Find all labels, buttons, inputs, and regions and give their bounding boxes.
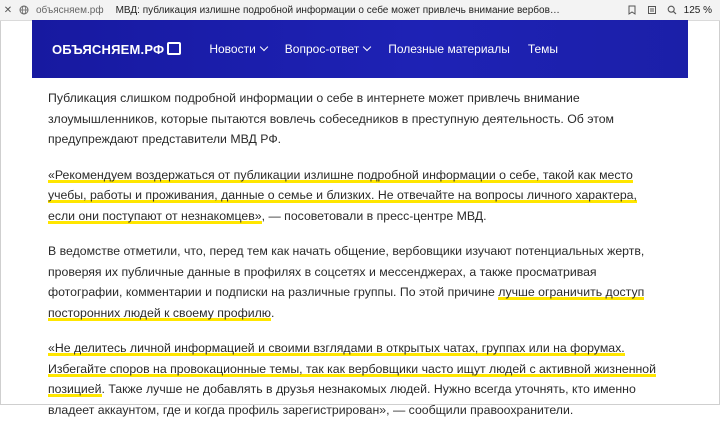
plain-text: . [271,305,275,320]
site-logo-text: ОБЪЯСНЯЕМ.РФ [52,41,165,57]
text-line: посторонних людей к своему профилю. [48,303,678,324]
highlighted-text: позицией [48,382,102,397]
highlighted-text: посторонних людей к своему профилю [48,305,271,321]
article-body: Публикация слишком подробной информации … [48,88,678,435]
text-line: «Не делитесь личной информацией и своими… [48,338,678,359]
plain-text: , — посоветовали в пресс-центре МВД. [261,208,487,223]
text-line: Избегайте споров на провокационные темы,… [48,359,678,380]
highlighted-text: лучше ограничить доступ [498,285,645,300]
search-icon[interactable] [664,2,680,18]
site-logo[interactable]: ОБЪЯСНЯЕМ.РФ [52,41,182,57]
highlighted-text: «Рекомендуем воздержаться от публикации … [48,167,633,183]
browser-actions: 125 % [624,2,720,18]
highlighted-text: если они поступают от незнакомцев» [48,208,262,224]
chat-bubble-icon [167,41,182,55]
article-quote-2: «Не делитесь личной информацией и своими… [48,338,678,420]
text-line: В ведомстве отметили, что, перед тем как… [48,244,645,258]
chevron-down-icon [362,42,372,52]
nav-item-label: Вопрос-ответ [284,42,360,56]
highlighted-text: «Не делитесь личной информацией и своими… [48,341,625,356]
reader-icon[interactable] [644,2,660,18]
nav-item-topics[interactable]: Темы [528,42,558,56]
nav-item-faq[interactable]: Вопрос-ответ [284,42,372,56]
article-paragraph-1: Публикация слишком подробной информации … [48,88,678,150]
article-quote-1: «Рекомендуем воздержаться от публикации … [48,165,678,227]
article-paragraph-2: В ведомстве отметили, что, перед тем как… [48,241,678,323]
chevron-down-icon [259,42,269,52]
highlighted-text: Избегайте споров на провокационные темы,… [48,361,656,377]
text-line: «Рекомендуем воздержаться от публикации … [48,165,678,186]
text-line: проверяя их публичные данные в профилях … [48,264,597,279]
browser-toolbar: ✕ объясняем.рф МВД: публикация излишне п… [0,0,720,21]
nav-item-label: Полезные материалы [388,42,510,56]
text-line: предупреждают представители МВД РФ. [48,132,282,146]
text-line: позицией. Также лучше не добавлять в дру… [48,379,678,400]
nav-item-news[interactable]: Новости [209,42,269,56]
text-line: Публикация слишком подробной информации … [48,91,580,105]
address-bar-url[interactable]: объясняем.рф [36,5,104,16]
nav-item-label: Новости [209,42,256,56]
close-icon[interactable]: ✕ [0,2,16,18]
text-line: злоумышленников, которые пытаются вовлеч… [48,111,615,126]
plain-text: фотографии, комментарии и подписки на ра… [48,285,499,299]
bookmark-icon[interactable] [624,2,640,18]
highlighted-text: учебы, работы и проживания, данные о сем… [48,188,637,203]
site-header: ОБЪЯСНЯЕМ.РФ Новости Вопрос-ответ Полезн… [32,20,688,78]
text-line: фотографии, комментарии и подписки на ра… [48,282,678,303]
plain-text: . Также лучше не добавлять в друзья незн… [101,382,636,396]
tab-title: МВД: публикация излишне подробной информ… [115,4,566,16]
text-line: владеет аккаунтом, где и когда профиль з… [48,402,574,417]
main-nav: Новости Вопрос-ответ Полезные материалы … [209,42,558,56]
text-line: если они поступают от незнакомцев», — по… [48,206,678,227]
text-line: учебы, работы и проживания, данные о сем… [48,185,678,206]
zoom-level[interactable]: 125 % [684,5,712,16]
nav-item-materials[interactable]: Полезные материалы [388,42,510,56]
nav-item-label: Темы [527,42,559,56]
globe-icon[interactable] [16,2,32,18]
